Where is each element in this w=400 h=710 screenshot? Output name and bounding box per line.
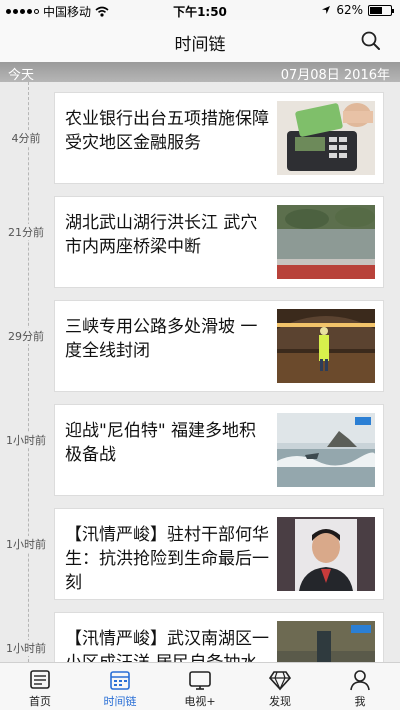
news-card[interactable]: 湖北武山湖行洪长江 武穴市内两座桥梁中断 <box>54 196 384 288</box>
timeline-item: 21分前 湖北武山湖行洪长江 武穴市内两座桥梁中断 <box>0 196 400 288</box>
today-label: 今天 <box>8 68 35 83</box>
timeline-time: 1小时前 <box>0 432 52 448</box>
news-card[interactable]: 【汛情严峻】武汉南湖区一小区成汪洋 居民自备抽水设施 <box>54 612 384 662</box>
diamond-icon <box>268 671 292 691</box>
tab-me[interactable]: 我 <box>320 663 400 710</box>
news-title: 【汛情严峻】驻村干部何华生：抗洪抢险到生命最后一刻 <box>65 525 269 593</box>
news-card[interactable]: 农业银行出台五项措施保障受灾地区金融服务 <box>54 92 384 184</box>
tab-label: 首页 <box>29 695 51 708</box>
timeline-item: 1小时前 迎战"尼伯特" 福建多地积极备战 <box>0 404 400 496</box>
tab-home[interactable]: 首页 <box>0 663 80 710</box>
date-strip: 今天 07月08日 2016年 <box>0 62 400 83</box>
timeline-list[interactable]: 4分前 农业银行出台五项措施保障受灾地区金融服务 21分前 湖北武山湖行洪长江 … <box>0 82 400 662</box>
battery-percent: 62% <box>336 3 363 17</box>
tab-tv[interactable]: 电视+ <box>160 663 240 710</box>
news-card[interactable]: 【汛情严峻】驻村干部何华生：抗洪抢险到生命最后一刻 <box>54 508 384 600</box>
flooded-street-image <box>277 621 375 662</box>
news-card[interactable]: 迎战"尼伯特" 福建多地积极备战 <box>54 404 384 496</box>
timeline-item: 29分前 三峡专用公路多处滑坡 一度全线封闭 <box>0 300 400 392</box>
search-icon <box>361 31 380 50</box>
tv-icon <box>189 671 211 690</box>
home-news-icon <box>30 670 50 689</box>
tab-bar: 首页 时间链 电视+ 发现 我 <box>0 662 400 710</box>
battery-fill <box>370 6 382 14</box>
portrait-image <box>277 517 375 591</box>
date-label: 07月08日 2016年 <box>280 68 390 83</box>
news-card[interactable]: 三峡专用公路多处滑坡 一度全线封闭 <box>54 300 384 392</box>
news-title: 三峡专用公路多处滑坡 一度全线封闭 <box>65 317 258 361</box>
search-button[interactable] <box>360 30 382 52</box>
timeline-time: 4分前 <box>0 130 52 146</box>
page-title: 时间链 <box>174 35 226 55</box>
tab-timeline[interactable]: 时间链 <box>80 663 160 710</box>
user-icon <box>350 670 370 691</box>
location-arrow-icon <box>322 6 331 14</box>
timeline-item: 1小时前 【汛情严峻】武汉南湖区一小区成汪洋 居民自备抽水设施 <box>0 612 400 662</box>
worker-in-tunnel-image <box>277 309 375 383</box>
timeline-item: 4分前 农业银行出台五项措施保障受灾地区金融服务 <box>0 92 400 184</box>
status-right: 62% <box>321 3 394 17</box>
tab-label: 电视+ <box>184 695 216 708</box>
timeline-time: 29分前 <box>0 328 52 344</box>
tab-discover[interactable]: 发现 <box>240 663 320 710</box>
news-title: 迎战"尼伯特" 福建多地积极备战 <box>65 421 257 465</box>
status-bar: 中国移动 下午1:50 62% <box>0 0 400 20</box>
timeline-time: 1小时前 <box>0 640 52 656</box>
timeline-time: 21分前 <box>0 224 52 240</box>
tab-label: 时间链 <box>103 695 137 708</box>
battery-icon <box>368 4 394 16</box>
nav-bar: 时间链 <box>0 20 400 62</box>
flooded-river-image <box>277 205 375 279</box>
tab-label: 我 <box>354 695 366 708</box>
timeline-time: 1小时前 <box>0 536 52 552</box>
bank-card-machine-image <box>277 101 375 175</box>
timeline-item: 1小时前 【汛情严峻】驻村干部何华生：抗洪抢险到生命最后一刻 <box>0 508 400 600</box>
news-title: 湖北武山湖行洪长江 武穴市内两座桥梁中断 <box>65 213 258 257</box>
news-title: 【汛情严峻】武汉南湖区一小区成汪洋 居民自备抽水设施 <box>65 629 269 662</box>
calendar-icon <box>110 671 130 690</box>
tab-label: 发现 <box>269 695 291 708</box>
storm-waves-image <box>277 413 375 487</box>
news-title: 农业银行出台五项措施保障受灾地区金融服务 <box>65 109 269 153</box>
